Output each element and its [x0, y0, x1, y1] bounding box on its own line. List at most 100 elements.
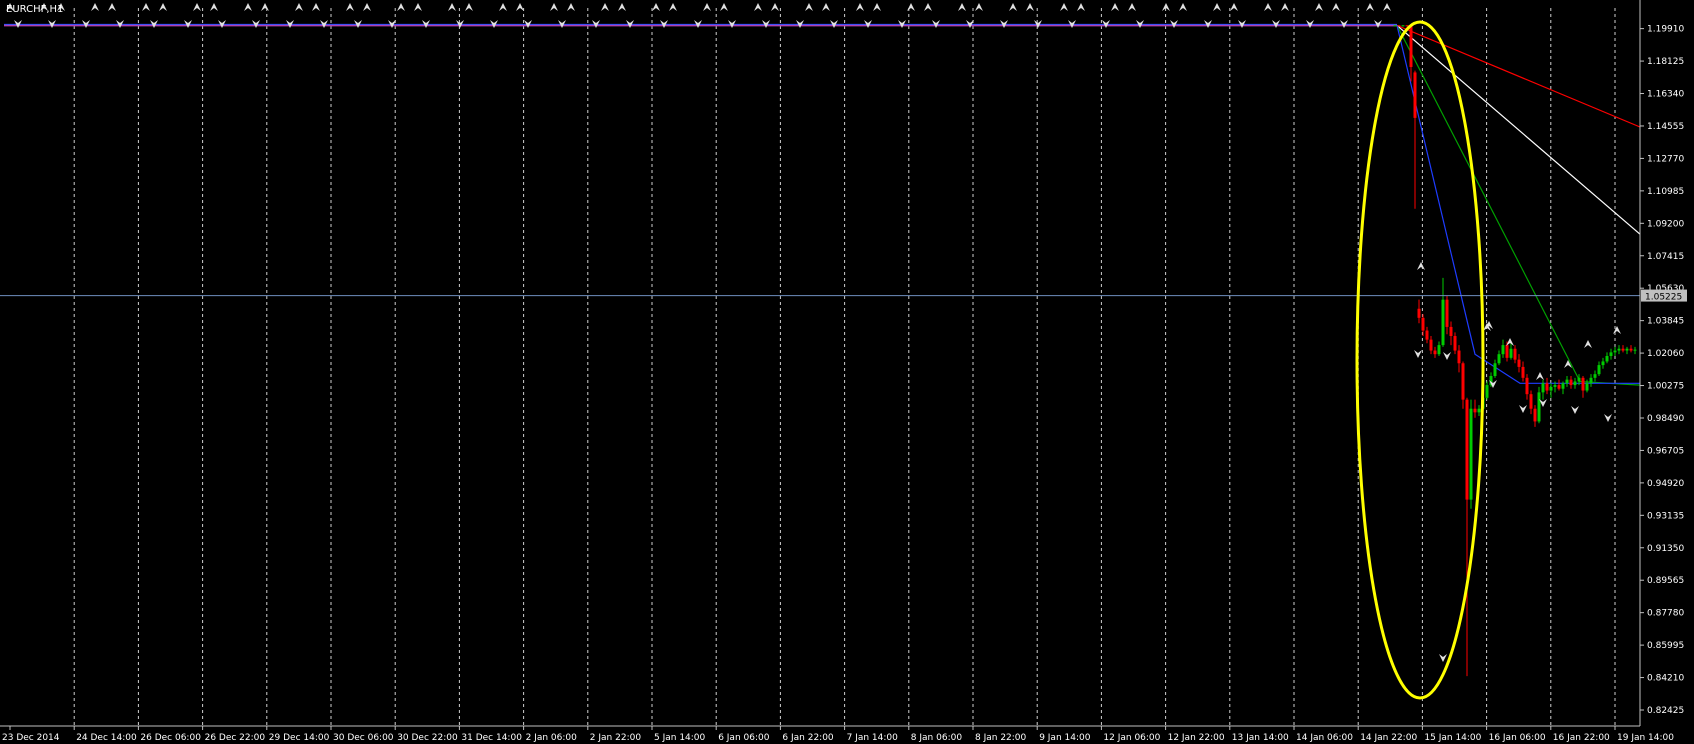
y-tick-label: 1.09200 — [1647, 219, 1684, 229]
y-tick-label: 1.03845 — [1647, 317, 1684, 327]
candle-body — [1517, 359, 1521, 367]
x-tick-label: 16 Jan 22:00 — [1553, 733, 1610, 743]
y-tick-label: 0.98490 — [1647, 414, 1684, 424]
candle-body — [1609, 352, 1613, 357]
x-tick-label: 24 Dec 14:00 — [76, 733, 137, 743]
x-tick-label: 15 Jan 14:00 — [1424, 733, 1481, 743]
candle-body — [1589, 377, 1593, 384]
x-tick-label: 6 Jan 06:00 — [718, 733, 770, 743]
candle-body — [1497, 354, 1501, 364]
price-chart[interactable]: 1.19910 1.18125 1.16340 1.14555 1.12770 1.109… — [0, 0, 1694, 744]
x-tick-label: 14 Jan 06:00 — [1296, 733, 1353, 743]
candle-body — [1473, 408, 1477, 413]
candle-body — [1513, 348, 1517, 360]
x-tick-label: 26 Dec 22:00 — [205, 733, 266, 743]
candle-body — [1461, 363, 1465, 400]
candle-body — [1613, 350, 1617, 353]
y-tick-label: 1.18125 — [1647, 57, 1684, 67]
candle-body — [1449, 326, 1453, 337]
x-tick-label: 7 Jan 14:00 — [847, 733, 899, 743]
candle-body — [1533, 408, 1537, 422]
x-tick-label: 2 Jan 22:00 — [590, 733, 642, 743]
y-tick-label: 1.12770 — [1647, 154, 1684, 164]
bid-tag-label: 1.05225 — [1645, 293, 1682, 303]
y-tick-label: 1.16340 — [1647, 90, 1684, 100]
candle-body — [1625, 348, 1629, 351]
y-tick-label: 0.94920 — [1647, 479, 1684, 489]
candle-body — [1585, 383, 1589, 391]
symbol-label: EURCHF,H1 — [6, 4, 63, 15]
candle-body — [1617, 348, 1621, 351]
candle-body — [1529, 394, 1533, 409]
candle-body — [1401, 25, 1405, 27]
x-tick-label: 31 Dec 14:00 — [461, 733, 522, 743]
candle-body — [1569, 379, 1573, 386]
candle-body — [1541, 383, 1545, 393]
candle-body — [1429, 339, 1433, 351]
candle-body — [1441, 299, 1445, 346]
y-tick-label: 0.82425 — [1647, 706, 1684, 716]
candle-body — [1629, 348, 1633, 351]
candle-body — [1409, 25, 1413, 67]
y-tick-label: 0.93135 — [1647, 511, 1684, 521]
candle-body — [1537, 392, 1541, 422]
candle-body — [1633, 349, 1637, 351]
x-tick-label: 14 Jan 22:00 — [1360, 733, 1417, 743]
x-tick-label: 29 Dec 14:00 — [269, 733, 330, 743]
x-tick-label: 2 Jan 06:00 — [526, 733, 578, 743]
candle-body — [1453, 336, 1457, 351]
y-tick-label: 0.85995 — [1647, 641, 1684, 651]
candle-body — [1573, 381, 1577, 386]
candle-body — [1397, 25, 1401, 27]
y-tick-label: 0.91350 — [1647, 544, 1684, 554]
x-tick-label: 19 Jan 14:00 — [1617, 733, 1674, 743]
candle-body — [1505, 345, 1509, 358]
x-tick-label: 9 Jan 14:00 — [1039, 733, 1091, 743]
y-tick-label: 1.14555 — [1647, 122, 1684, 132]
candle-body — [1445, 299, 1449, 327]
candle-body — [1593, 374, 1597, 378]
candle-body — [1621, 348, 1625, 351]
candle-body — [1421, 317, 1425, 331]
chart-background — [0, 0, 1694, 744]
candle-body — [1469, 408, 1473, 500]
y-tick-label: 1.00275 — [1647, 382, 1684, 392]
candle-body — [1433, 350, 1437, 355]
candle-body — [1457, 350, 1461, 364]
candle-body — [1425, 330, 1429, 340]
candle-body — [1577, 377, 1581, 382]
y-tick-label: 1.19910 — [1647, 25, 1684, 35]
candle-body — [1597, 365, 1601, 375]
candle-body — [1465, 399, 1469, 500]
candle-body — [1485, 385, 1489, 398]
y-tick-label: 1.07415 — [1647, 252, 1684, 262]
x-tick-label: 16 Jan 06:00 — [1489, 733, 1546, 743]
candle-body — [1581, 377, 1585, 391]
candle-body — [1525, 377, 1529, 395]
y-tick-label: 0.87780 — [1647, 609, 1684, 619]
x-tick-label: 30 Dec 22:00 — [397, 733, 458, 743]
candle-body — [1417, 308, 1421, 318]
bid-price-tag: 1.05225 — [1641, 289, 1687, 303]
x-tick-label: 5 Jan 14:00 — [654, 733, 706, 743]
candle-body — [1501, 345, 1505, 355]
x-tick-label: 8 Jan 06:00 — [911, 733, 963, 743]
candle-body — [1477, 408, 1481, 413]
x-tick-label: 12 Jan 22:00 — [1168, 733, 1225, 743]
candle-body — [1493, 363, 1497, 376]
candle-body — [1565, 379, 1569, 384]
candle-body — [1393, 25, 1397, 27]
candle-body — [1437, 345, 1441, 355]
candle-body — [1549, 386, 1553, 391]
candle-body — [1413, 72, 1417, 118]
y-tick-label: 0.84210 — [1647, 674, 1684, 684]
y-tick-label: 0.96705 — [1647, 446, 1684, 456]
candle-body — [1521, 366, 1525, 378]
candle-body — [1561, 383, 1565, 389]
x-tick-label: 13 Jan 14:00 — [1232, 733, 1289, 743]
x-tick-label: 12 Jan 06:00 — [1103, 733, 1160, 743]
y-tick-label: 1.10985 — [1647, 187, 1684, 197]
candle-body — [1601, 361, 1605, 366]
candle-body — [1509, 348, 1513, 358]
candle-body — [1605, 356, 1609, 362]
